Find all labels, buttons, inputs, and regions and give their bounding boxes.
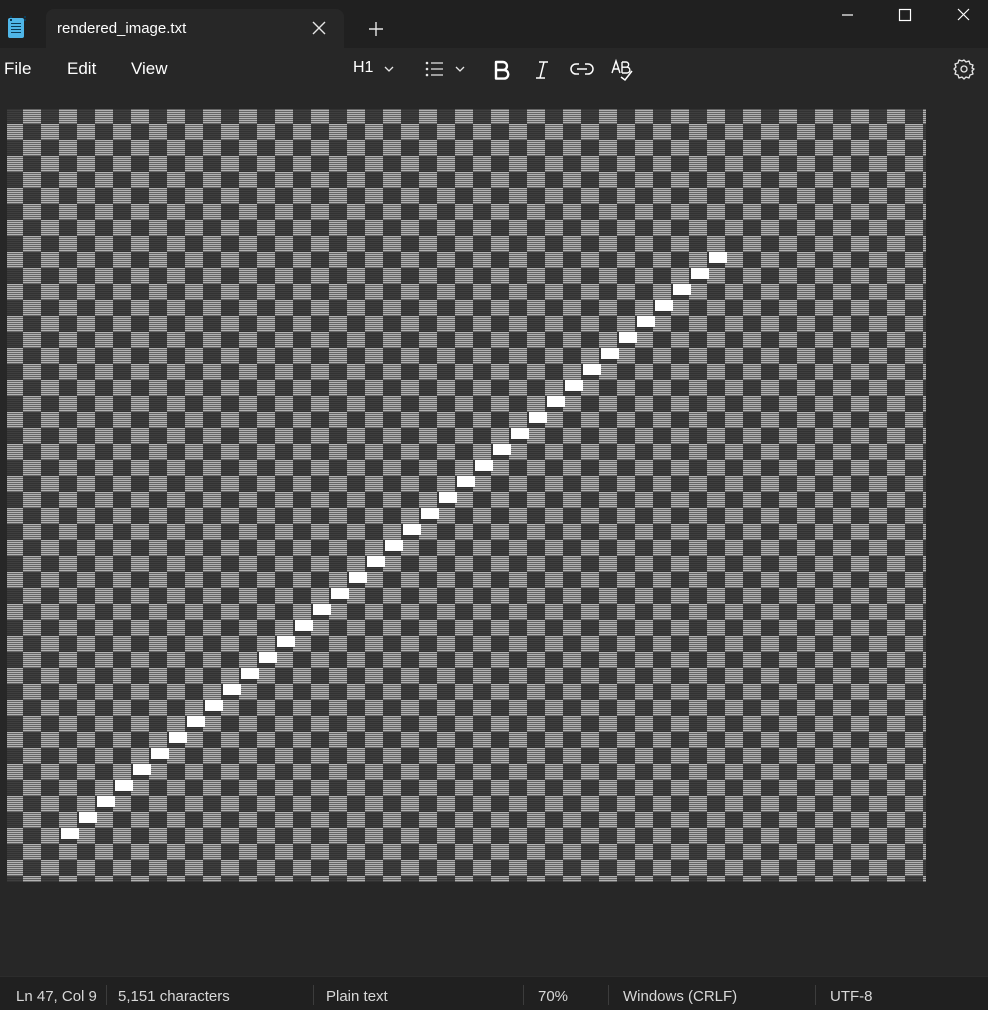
new-tab-icon[interactable] [364, 17, 388, 41]
title-bar: rendered_image.txt [0, 0, 988, 48]
diagonal-cell [637, 316, 655, 327]
character-count: 5,151 characters [118, 988, 230, 1005]
diagonal-cell [493, 444, 511, 455]
diagonal-cell [295, 620, 313, 631]
status-bar: Ln 47, Col 9 5,151 characters Plain text… [0, 976, 988, 1010]
diagonal-cell [115, 780, 133, 791]
notepad-app-icon [8, 16, 26, 38]
ascii-art-text[interactable] [7, 109, 926, 882]
diagonal-cell [673, 284, 691, 295]
diagonal-cell [619, 332, 637, 343]
diagonal-cell [151, 748, 169, 759]
status-divider [313, 985, 314, 1005]
menu-bar: File Edit View H1 [0, 48, 988, 90]
diagonal-cell [367, 556, 385, 567]
diagonal-cell [79, 812, 97, 823]
zoom-level[interactable]: 70% [538, 988, 568, 1005]
close-icon[interactable] [934, 0, 988, 32]
chevron-down-icon [455, 66, 465, 72]
list-dropdown[interactable] [420, 54, 472, 84]
italic-icon[interactable] [528, 54, 556, 84]
heading-label: H1 [353, 59, 374, 76]
tab-title: rendered_image.txt [57, 20, 187, 37]
maximize-icon[interactable] [876, 0, 934, 32]
diagonal-cell [457, 476, 475, 487]
diagonal-cell [511, 428, 529, 439]
diagonal-cell [421, 508, 439, 519]
diagonal-cell [601, 348, 619, 359]
diagonal-cell [331, 588, 349, 599]
bold-icon[interactable] [488, 54, 516, 84]
tab-rendered-image[interactable]: rendered_image.txt [46, 9, 344, 48]
diagonal-cell [61, 828, 79, 839]
close-tab-icon[interactable] [308, 17, 330, 39]
diagonal-cell [583, 364, 601, 375]
status-divider [608, 985, 609, 1005]
diagonal-cell [529, 412, 547, 423]
diagonal-cell [349, 572, 367, 583]
diagonal-cell [547, 396, 565, 407]
menu-edit[interactable]: Edit [67, 59, 96, 79]
diagonal-cell [565, 380, 583, 391]
link-icon[interactable] [566, 54, 598, 84]
spellcheck-icon[interactable] [607, 54, 637, 84]
diagonal-cell [97, 796, 115, 807]
diagonal-cell [313, 604, 331, 615]
text-format[interactable]: Plain text [326, 988, 388, 1005]
diagonal-cell [385, 540, 403, 551]
line-endings[interactable]: Windows (CRLF) [623, 988, 737, 1005]
diagonal-cell [241, 668, 259, 679]
status-divider [815, 985, 816, 1005]
cursor-position[interactable]: Ln 47, Col 9 [16, 988, 97, 1005]
status-divider [523, 985, 524, 1005]
encoding[interactable]: UTF-8 [830, 988, 873, 1005]
menu-view[interactable]: View [131, 59, 168, 79]
chevron-down-icon [384, 66, 394, 72]
diagonal-cell [187, 716, 205, 727]
diagonal-cell [403, 524, 421, 535]
heading-dropdown[interactable]: H1 [348, 54, 402, 84]
text-editor[interactable] [0, 90, 988, 976]
diagonal-cell [205, 700, 223, 711]
diagonal-cell [223, 684, 241, 695]
settings-icon[interactable] [949, 54, 979, 84]
diagonal-cell [439, 492, 457, 503]
diagonal-cell [133, 764, 151, 775]
diagonal-cell [277, 636, 295, 647]
diagonal-cell [259, 652, 277, 663]
diagonal-cell [169, 732, 187, 743]
status-divider [106, 985, 107, 1005]
menu-file[interactable]: File [4, 59, 31, 79]
diagonal-cell [709, 252, 727, 263]
bulleted-list-icon [425, 61, 443, 77]
diagonal-cell [691, 268, 709, 279]
diagonal-cell [655, 300, 673, 311]
diagonal-cell [475, 460, 493, 471]
minimize-icon[interactable] [818, 0, 876, 32]
